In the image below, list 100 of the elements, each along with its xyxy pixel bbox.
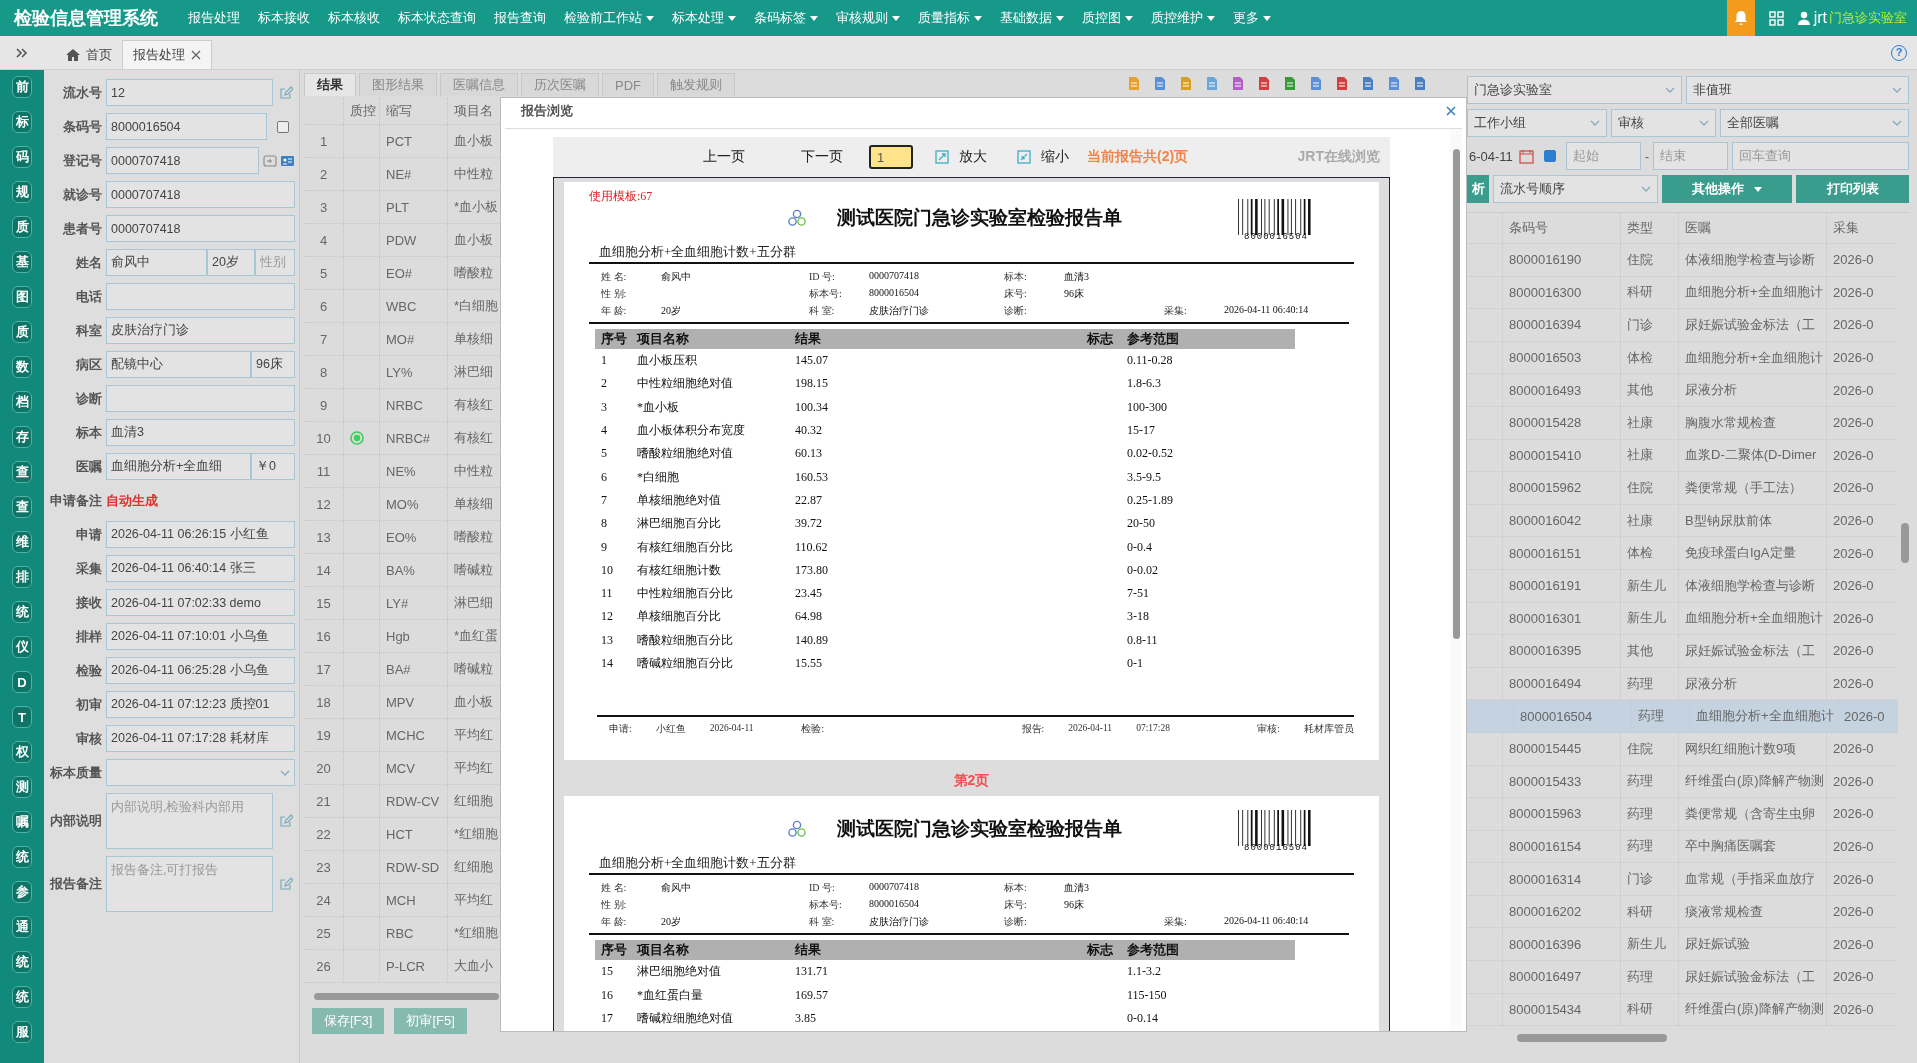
input-field[interactable]: 2026-04-11 07:10:01 小乌鱼 xyxy=(106,623,295,650)
input-field[interactable]: 0000707418 xyxy=(106,181,295,208)
sidebar-item[interactable]: D xyxy=(12,671,32,693)
sidebar-item[interactable]: 存 xyxy=(12,426,32,448)
input-field[interactable]: 0000707418 xyxy=(106,215,295,242)
scrollbar[interactable] xyxy=(1517,1034,1667,1043)
scrollbar[interactable] xyxy=(1450,129,1462,1031)
document-icon[interactable] xyxy=(1179,75,1193,91)
menu-item[interactable]: 报告处理 xyxy=(180,9,248,27)
sidebar-item[interactable]: 测 xyxy=(12,776,32,798)
sidebar-item[interactable]: 嘱 xyxy=(12,811,32,833)
sidebar-item[interactable]: 图 xyxy=(12,286,32,308)
input-field[interactable] xyxy=(106,385,295,412)
sidebar-item[interactable]: T xyxy=(12,706,32,728)
result-tab[interactable]: PDF xyxy=(602,73,654,96)
input-field[interactable]: 配镜中心 xyxy=(106,351,251,378)
action-button[interactable]: 析 xyxy=(1467,175,1489,203)
next-page-button[interactable]: 下一页 xyxy=(801,148,843,166)
menu-item[interactable]: 标本核收 xyxy=(320,9,388,27)
menu-item[interactable]: 报告查询 xyxy=(486,9,554,27)
sidebar-item[interactable]: 质 xyxy=(12,321,32,343)
sidebar-item[interactable]: 统 xyxy=(12,986,32,1008)
input-field[interactable]: 0000707418 xyxy=(106,147,259,174)
input-field[interactable]: 结束 xyxy=(1653,142,1729,170)
sidebar-item[interactable]: 统 xyxy=(12,951,32,973)
menu-item[interactable]: 更多 xyxy=(1225,9,1279,27)
menu-item[interactable]: 质控图 xyxy=(1074,9,1141,27)
sidebar-item[interactable]: 排 xyxy=(12,566,32,588)
dropdown[interactable] xyxy=(106,759,295,786)
input-field[interactable]: 20岁 xyxy=(207,249,255,276)
zoom-in-button[interactable]: 放大 xyxy=(935,148,987,166)
input-field[interactable]: 血细胞分析+全血细 xyxy=(106,453,251,480)
edit-icon[interactable] xyxy=(279,877,293,891)
sidebar-item[interactable]: 码 xyxy=(12,146,32,168)
text-area[interactable]: 报告备注,可打报告 xyxy=(106,856,273,912)
duty-dropdown[interactable]: 非值班 xyxy=(1686,76,1909,104)
result-tab[interactable]: 图形结果 xyxy=(359,73,437,96)
result-tab[interactable]: 历次医嘱 xyxy=(521,73,599,96)
document-icon[interactable] xyxy=(1231,75,1245,91)
sidebar-item[interactable]: 服 xyxy=(12,1021,32,1043)
close-icon[interactable] xyxy=(1446,106,1456,116)
input-field[interactable]: ￥0 xyxy=(251,453,295,480)
menu-item[interactable]: 基础数据 xyxy=(992,9,1072,27)
input-field[interactable]: 12 xyxy=(106,79,273,106)
status-dropdown[interactable]: 审核 xyxy=(1611,109,1716,137)
checkbox[interactable] xyxy=(277,120,289,133)
text-area[interactable]: 内部说明,检验科内部用 xyxy=(106,793,273,849)
page-tab[interactable]: 报告处理 xyxy=(122,40,212,69)
expand-icon[interactable] xyxy=(16,47,28,58)
menu-item[interactable]: 标本接收 xyxy=(250,9,318,27)
notification-button[interactable] xyxy=(1726,0,1755,36)
zoom-out-button[interactable]: 缩小 xyxy=(1017,148,1069,166)
input-field[interactable]: 2026-04-11 07:02:33 demo xyxy=(106,589,295,616)
menu-item[interactable]: 质量指标 xyxy=(910,9,990,27)
sidebar-item[interactable]: 仪 xyxy=(12,636,32,658)
sidebar-item[interactable]: 前 xyxy=(12,76,32,98)
sidebar-item[interactable]: 查 xyxy=(12,496,32,518)
input-field[interactable]: 8000016504 xyxy=(106,113,267,140)
sidebar-item[interactable]: 档 xyxy=(12,391,32,413)
edit-icon[interactable] xyxy=(279,85,293,100)
document-icon[interactable] xyxy=(1257,75,1271,91)
input-field[interactable]: 起始 xyxy=(1565,142,1641,170)
menu-item[interactable]: 条码标签 xyxy=(746,9,826,27)
card-icon[interactable] xyxy=(263,153,278,168)
scrollbar[interactable] xyxy=(1901,523,1909,563)
menu-item[interactable]: 标本状态查询 xyxy=(390,9,484,27)
document-icon[interactable] xyxy=(1309,75,1323,91)
menu-item[interactable]: 检验前工作站 xyxy=(556,9,662,27)
date-field[interactable]: 6-04-11 xyxy=(1467,142,1515,170)
prev-page-button[interactable]: 上一页 xyxy=(703,148,745,166)
input-field[interactable]: 2026-04-11 06:40:14 张三 xyxy=(106,555,295,582)
page-number-field[interactable]: 1 xyxy=(869,145,913,169)
lab-dropdown[interactable]: 门急诊实验室 xyxy=(1467,76,1682,104)
calendar-icon[interactable] xyxy=(1518,148,1534,164)
document-icon[interactable] xyxy=(1361,75,1375,91)
sidebar-item[interactable]: 查 xyxy=(12,461,32,483)
menu-item[interactable]: 标本处理 xyxy=(664,9,744,27)
input-field[interactable] xyxy=(106,283,295,310)
sidebar-item[interactable]: 基 xyxy=(12,251,32,273)
sidebar-item[interactable]: 统 xyxy=(12,601,32,623)
sidebar-item[interactable]: 规 xyxy=(12,181,32,203)
result-tab[interactable]: 触发规则 xyxy=(657,73,735,96)
document-icon[interactable] xyxy=(1153,75,1167,91)
orders-dropdown[interactable]: 全部医嘱 xyxy=(1720,109,1909,137)
scrollbar[interactable] xyxy=(314,993,499,1000)
menu-item[interactable]: 质控维护 xyxy=(1143,9,1223,27)
table-row[interactable]: 8000016504 药理 血细胞分析+全血细胞计 2026-0 xyxy=(1467,700,1898,733)
id-card-icon[interactable] xyxy=(280,153,295,168)
input-field[interactable]: 血清3 xyxy=(106,419,295,446)
sidebar-item[interactable]: 数 xyxy=(12,356,32,378)
document-icon[interactable] xyxy=(1283,75,1297,91)
document-icon[interactable] xyxy=(1387,75,1401,91)
input-field[interactable]: 2026-04-11 06:26:15 小红鱼 xyxy=(106,521,295,548)
sidebar-item[interactable]: 标 xyxy=(12,111,32,133)
close-icon[interactable] xyxy=(191,50,201,60)
sidebar-item[interactable]: 参 xyxy=(12,881,32,903)
input-field[interactable]: 皮肤治疗门诊 xyxy=(106,317,295,344)
document-icon[interactable] xyxy=(1205,75,1219,91)
document-icon[interactable] xyxy=(1127,75,1141,91)
input-field[interactable]: 2026-04-11 06:25:28 小乌鱼 xyxy=(106,657,295,684)
